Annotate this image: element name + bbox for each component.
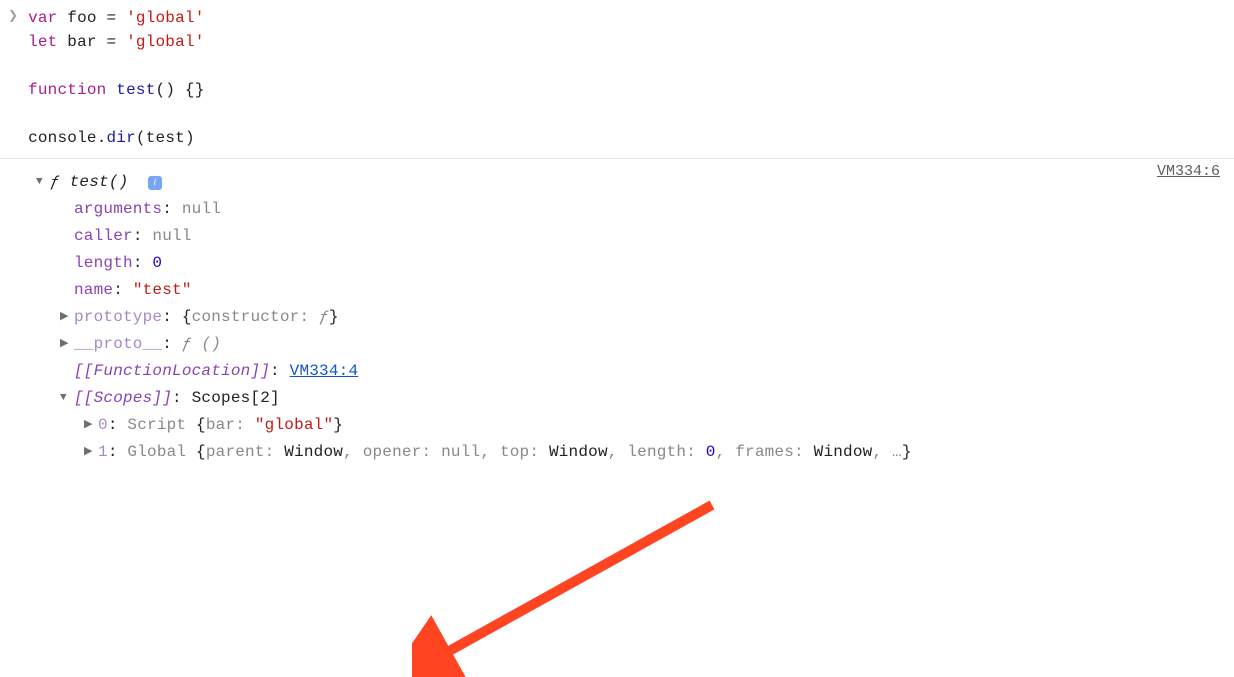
tree-header[interactable]: ƒ test() i bbox=[36, 169, 1226, 196]
object-tree: ƒ test() i arguments: null caller: null … bbox=[36, 169, 1226, 466]
source-location-link[interactable]: VM334:4 bbox=[290, 358, 359, 385]
prop-function-location[interactable]: [[FunctionLocation]]: VM334:4 bbox=[36, 358, 1226, 385]
input-code[interactable]: var foo = 'global' let bar = 'global' fu… bbox=[28, 6, 204, 150]
source-location-link[interactable]: VM334:6 bbox=[1157, 163, 1220, 180]
keyword-function: function bbox=[28, 81, 106, 99]
keyword-var: var bbox=[28, 9, 57, 27]
prop-scopes[interactable]: [[Scopes]]: Scopes[2] bbox=[36, 385, 1226, 412]
prop-caller[interactable]: caller: null bbox=[36, 223, 1226, 250]
annotation-arrow-icon bbox=[412, 487, 732, 677]
disclosure-triangle-icon[interactable] bbox=[60, 304, 72, 331]
disclosure-triangle-icon[interactable] bbox=[84, 439, 96, 466]
prompt-icon: ❯ bbox=[8, 6, 18, 27]
console-input-row: ❯ var foo = 'global' let bar = 'global' … bbox=[0, 0, 1234, 159]
disclosure-triangle-icon[interactable] bbox=[60, 331, 72, 358]
disclosure-triangle-icon[interactable] bbox=[36, 169, 48, 196]
disclosure-triangle-icon[interactable] bbox=[84, 412, 96, 439]
prop-arguments[interactable]: arguments: null bbox=[36, 196, 1226, 223]
ident-bar: bar bbox=[67, 33, 96, 51]
prop-name[interactable]: name: "test" bbox=[36, 277, 1226, 304]
disclosure-triangle-icon[interactable] bbox=[60, 385, 72, 412]
string-literal: 'global' bbox=[126, 33, 204, 51]
console-output-row: VM334:6 ƒ test() i arguments: null calle… bbox=[0, 159, 1234, 474]
scope-entry-1[interactable]: 1: Global { parent: Window, opener: null… bbox=[36, 439, 1226, 466]
keyword-let: let bbox=[28, 33, 57, 51]
object-name: test() bbox=[70, 169, 129, 196]
info-icon[interactable]: i bbox=[148, 176, 162, 190]
function-glyph-icon: ƒ bbox=[50, 169, 70, 196]
function-name: test bbox=[116, 81, 155, 99]
prop-proto[interactable]: __proto__: ƒ () bbox=[36, 331, 1226, 358]
ident-foo: foo bbox=[67, 9, 96, 27]
prop-prototype[interactable]: prototype: {constructor: ƒ} bbox=[36, 304, 1226, 331]
scope-entry-0[interactable]: 0: Script {bar: "global"} bbox=[36, 412, 1226, 439]
prop-length[interactable]: length: 0 bbox=[36, 250, 1226, 277]
string-literal: 'global' bbox=[126, 9, 204, 27]
